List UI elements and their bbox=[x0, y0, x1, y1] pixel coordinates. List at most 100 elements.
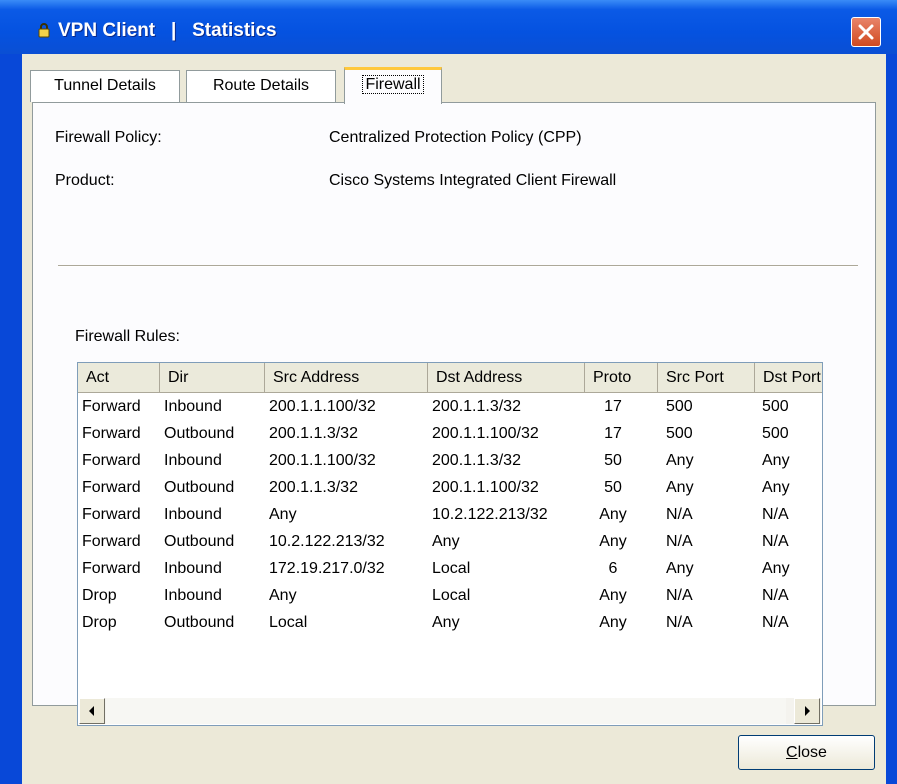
table-cell: Forward bbox=[82, 479, 141, 496]
table-row[interactable]: Forward Outbound 10.2.122.213/32 Any Any N/A N… bbox=[78, 530, 822, 553]
table-cell: N/A bbox=[666, 614, 693, 631]
table-cell: Any bbox=[666, 560, 694, 577]
dialog-client-area: Tunnel Details Route Details Firewall Fi… bbox=[22, 54, 886, 784]
table-cell: 6 bbox=[608, 560, 618, 577]
firewall-rules-label: Firewall Rules: bbox=[75, 328, 180, 345]
tab-route-details[interactable]: Route Details bbox=[186, 70, 336, 102]
table-cell: Any bbox=[599, 614, 627, 631]
table-cell: Any bbox=[599, 533, 627, 550]
table-cell: Any bbox=[599, 587, 627, 604]
table-cell: 500 bbox=[666, 398, 693, 415]
table-cell: N/A bbox=[666, 506, 693, 523]
column-header-src-port[interactable]: Src Port bbox=[658, 363, 755, 392]
table-row[interactable]: Drop Outbound Local Any Any N/A N/A bbox=[78, 611, 822, 634]
table-cell: N/A bbox=[666, 587, 693, 604]
table-row[interactable]: Forward Outbound 200.1.1.3/32 200.1.1.100/3… bbox=[78, 422, 822, 445]
table-cell: Forward bbox=[82, 533, 141, 550]
table-cell: Any bbox=[432, 533, 460, 550]
table-row[interactable]: Forward Outbound 200.1.1.3/32 200.1.1.100/3… bbox=[78, 476, 822, 499]
firewall-policy-value: Centralized Protection Policy (CPP) bbox=[329, 129, 582, 146]
table-cell: 17 bbox=[604, 398, 622, 415]
table-cell: N/A bbox=[666, 533, 693, 550]
separator bbox=[58, 265, 858, 267]
table-cell: Inbound bbox=[164, 587, 222, 604]
column-header-act[interactable]: Act bbox=[78, 363, 160, 392]
table-cell: N/A bbox=[762, 587, 789, 604]
table-cell: 17 bbox=[604, 425, 622, 442]
horizontal-scrollbar[interactable] bbox=[79, 698, 821, 724]
table-cell: 200.1.1.3/32 bbox=[432, 452, 521, 469]
table-cell: Any bbox=[432, 614, 460, 631]
table-row[interactable]: Forward Inbound 200.1.1.100/32 200.1.1.3/32… bbox=[78, 395, 822, 418]
product-label: Product: bbox=[55, 172, 115, 189]
table-cell: Any bbox=[666, 452, 694, 469]
tab-label: Firewall bbox=[362, 75, 424, 94]
table-row[interactable]: Forward Inbound Any 10.2.122.213/32 Any N/A N/… bbox=[78, 503, 822, 526]
table-cell: 500 bbox=[762, 425, 789, 442]
table-row[interactable]: Drop Inbound Any Local Any N/A N/A bbox=[78, 584, 822, 607]
table-cell: Outbound bbox=[164, 614, 235, 631]
table-cell: 50 bbox=[604, 452, 622, 469]
table-cell: Drop bbox=[82, 614, 117, 631]
table-cell: Forward bbox=[82, 560, 141, 577]
close-button[interactable]: Close bbox=[738, 735, 875, 770]
table-cell: Any bbox=[599, 506, 627, 523]
table-cell: Outbound bbox=[164, 479, 235, 496]
column-header-dst-address[interactable]: Dst Address bbox=[428, 363, 585, 392]
table-cell: 50 bbox=[604, 479, 622, 496]
scrollbar-thumb[interactable] bbox=[106, 698, 786, 724]
title-bar[interactable]: VPN Client | Statistics bbox=[0, 0, 897, 54]
table-cell: N/A bbox=[762, 614, 789, 631]
close-button-label: lose bbox=[797, 744, 827, 761]
column-header-src-address[interactable]: Src Address bbox=[265, 363, 428, 392]
table-cell: 500 bbox=[762, 398, 789, 415]
table-cell: Any bbox=[269, 506, 297, 523]
table-cell: Any bbox=[666, 479, 694, 496]
column-header-dst-port[interactable]: Dst Port bbox=[755, 363, 822, 392]
table-cell: 10.2.122.213/32 bbox=[269, 533, 385, 550]
table-cell: 200.1.1.100/32 bbox=[269, 452, 376, 469]
table-cell: Forward bbox=[82, 506, 141, 523]
close-window-button[interactable] bbox=[851, 17, 881, 47]
scroll-right-button[interactable] bbox=[794, 698, 820, 724]
table-cell: Any bbox=[762, 560, 790, 577]
table-cell: Forward bbox=[82, 452, 141, 469]
table-cell: Drop bbox=[82, 587, 117, 604]
firewall-tab-panel: Firewall Policy: Centralized Protection … bbox=[32, 102, 876, 726]
table-cell: 200.1.1.100/32 bbox=[269, 398, 376, 415]
vpn-statistics-window: VPN Client | Statistics Tunnel Details R… bbox=[0, 0, 897, 784]
scroll-left-button[interactable] bbox=[79, 698, 105, 724]
table-cell: 200.1.1.100/32 bbox=[432, 425, 539, 442]
table-cell: Outbound bbox=[164, 533, 235, 550]
firewall-rules-list[interactable]: Act Dir Src Address Dst Address Proto Sr… bbox=[77, 362, 823, 726]
window-title: VPN Client | Statistics bbox=[58, 20, 277, 41]
table-cell: 200.1.1.100/32 bbox=[432, 479, 539, 496]
table-cell: Local bbox=[432, 560, 471, 577]
table-row[interactable]: Forward Inbound 172.19.217.0/32 Local 6 Any An… bbox=[78, 557, 822, 580]
table-cell: 200.1.1.3/32 bbox=[269, 425, 358, 442]
column-header-dir[interactable]: Dir bbox=[160, 363, 265, 392]
tab-firewall[interactable]: Firewall bbox=[344, 67, 442, 104]
arrow-left-icon bbox=[89, 706, 94, 716]
firewall-policy-label: Firewall Policy: bbox=[55, 129, 162, 146]
table-cell: Forward bbox=[82, 398, 141, 415]
tab-tunnel-details[interactable]: Tunnel Details bbox=[30, 70, 180, 102]
table-row[interactable]: Forward Inbound 200.1.1.100/32 200.1.1.3/32… bbox=[78, 449, 822, 472]
table-cell: Inbound bbox=[164, 452, 222, 469]
product-value: Cisco Systems Integrated Client Firewall bbox=[329, 172, 617, 189]
table-cell: Local bbox=[269, 614, 308, 631]
table-cell: Any bbox=[762, 452, 790, 469]
close-icon bbox=[858, 24, 874, 40]
table-cell: Outbound bbox=[164, 425, 235, 442]
close-button-mnemonic: C bbox=[786, 744, 798, 761]
table-cell: 200.1.1.3/32 bbox=[432, 398, 521, 415]
table-cell: Any bbox=[269, 587, 297, 604]
table-cell: Forward bbox=[82, 425, 141, 442]
list-header: Act Dir Src Address Dst Address Proto Sr… bbox=[78, 363, 822, 393]
table-cell: 10.2.122.213/32 bbox=[432, 506, 548, 523]
column-header-proto[interactable]: Proto bbox=[585, 363, 658, 392]
table-cell: 500 bbox=[666, 425, 693, 442]
arrow-right-icon bbox=[805, 706, 810, 716]
table-cell: 200.1.1.3/32 bbox=[269, 479, 358, 496]
lock-icon bbox=[38, 23, 50, 38]
